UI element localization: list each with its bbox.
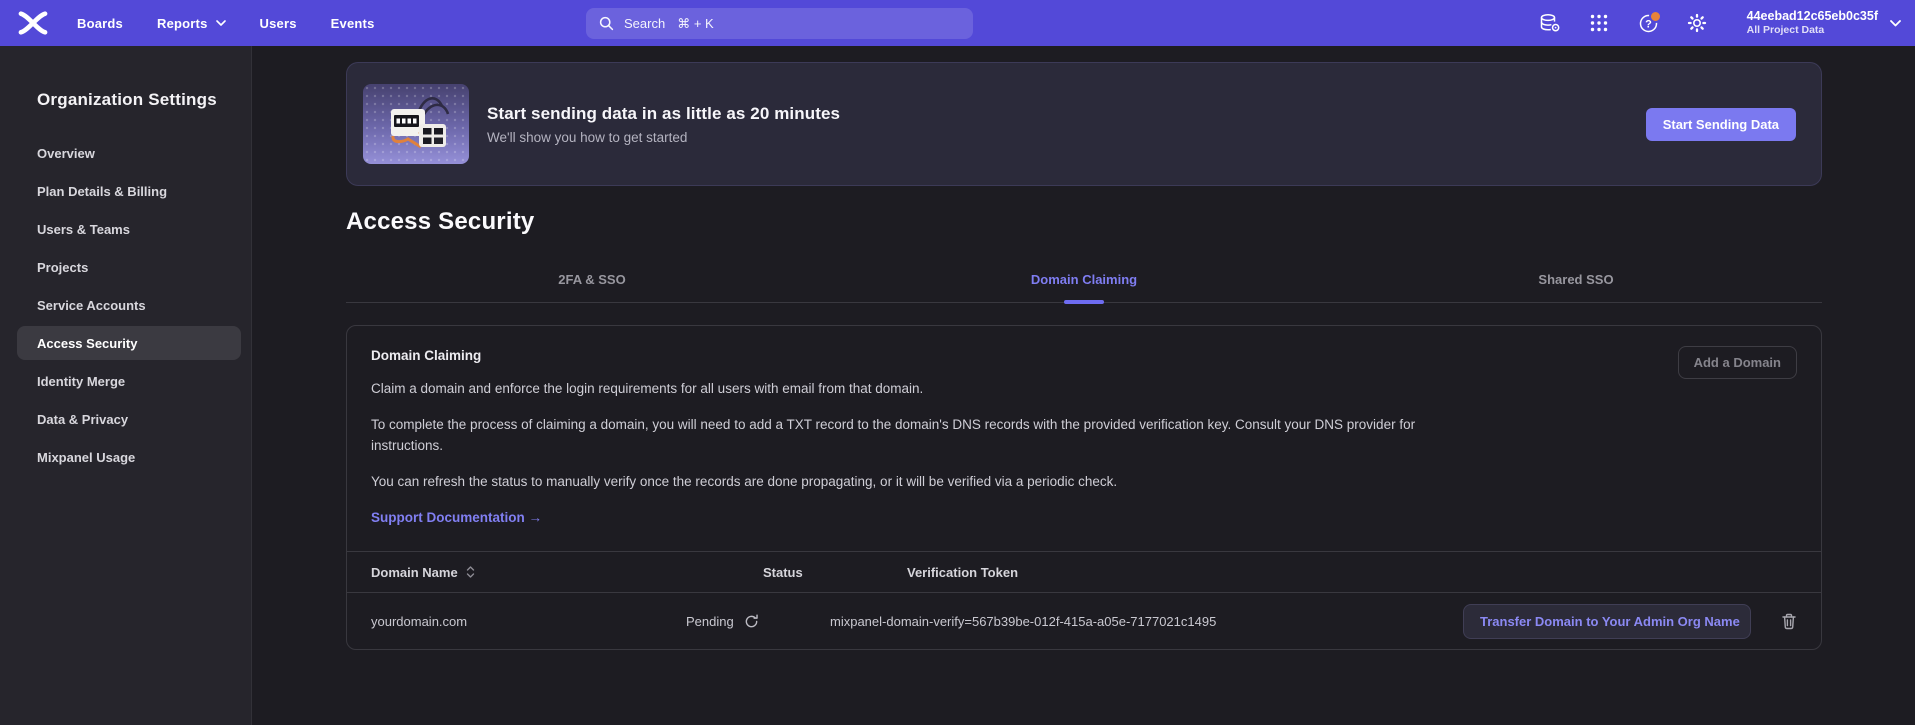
chevron-down-icon: [216, 20, 226, 26]
domain-claiming-panel: Domain Claiming Claim a domain and enfor…: [346, 325, 1822, 650]
column-header-verification-token: Verification Token: [830, 565, 1463, 580]
nav-item-users[interactable]: Users: [243, 0, 314, 46]
page-title: Access Security: [346, 208, 1822, 236]
banner-illustration: [363, 84, 469, 164]
data-management-icon[interactable]: [1526, 0, 1575, 46]
nav-item-label: Reports: [157, 16, 208, 31]
start-sending-data-button[interactable]: Start Sending Data: [1646, 108, 1796, 141]
navbar-actions: ? 44eebad12c65eb0c35f All Project Data: [1526, 0, 1901, 46]
banner-title: Start sending data in as little as 20 mi…: [487, 104, 840, 124]
tab-2fa-sso[interactable]: 2FA & SSO: [346, 262, 838, 302]
nav-item-reports[interactable]: Reports: [140, 0, 243, 46]
table-row: yourdomain.com Pending mixpanel-domain-v…: [347, 593, 1821, 649]
column-label: Domain Name: [371, 565, 458, 580]
status-cell: Pending: [686, 614, 830, 629]
panel-paragraph: To complete the process of claiming a do…: [371, 414, 1436, 456]
mixpanel-logo-icon[interactable]: [16, 0, 60, 46]
sidebar-item-projects[interactable]: Projects: [17, 250, 241, 284]
main-content: Start sending data in as little as 20 mi…: [252, 46, 1915, 725]
access-security-tabs: 2FA & SSO Domain Claiming Shared SSO: [346, 262, 1822, 303]
sidebar-item-identity-merge[interactable]: Identity Merge: [17, 364, 241, 398]
add-domain-button[interactable]: Add a Domain: [1678, 346, 1797, 379]
domain-claiming-description: Domain Claiming Claim a domain and enfor…: [347, 326, 1821, 551]
onboarding-banner: Start sending data in as little as 20 mi…: [346, 62, 1822, 186]
panel-paragraph: Claim a domain and enforce the login req…: [371, 378, 1436, 399]
delete-domain-icon[interactable]: [1781, 613, 1797, 630]
settings-sidebar: Organization Settings Overview Plan Deta…: [0, 46, 252, 725]
apps-grid-icon[interactable]: [1575, 0, 1624, 46]
notification-dot: [1649, 10, 1662, 23]
status-badge: Pending: [686, 614, 734, 629]
sidebar-title: Organization Settings: [17, 90, 241, 110]
nav-item-label: Users: [260, 16, 297, 31]
project-id: 44eebad12c65eb0c35f: [1747, 9, 1878, 24]
chevron-down-icon: [1890, 20, 1901, 27]
panel-paragraph: You can refresh the status to manually v…: [371, 471, 1436, 492]
column-header-status: Status: [686, 565, 830, 580]
search-input[interactable]: Search ⌘ + K: [586, 8, 973, 39]
support-documentation-link[interactable]: Support Documentation →: [371, 510, 542, 525]
verification-token-cell: mixpanel-domain-verify=567b39be-012f-415…: [830, 614, 1463, 629]
project-switcher-labels: 44eebad12c65eb0c35f All Project Data: [1747, 9, 1878, 37]
primary-nav: Boards Reports Users Events: [60, 0, 392, 46]
tab-shared-sso[interactable]: Shared SSO: [1330, 262, 1822, 302]
nav-item-label: Events: [331, 16, 375, 31]
column-label: Verification Token: [907, 565, 1018, 580]
column-header-domain-name[interactable]: Domain Name: [371, 565, 686, 580]
project-switcher[interactable]: 44eebad12c65eb0c35f All Project Data: [1722, 9, 1901, 37]
tab-domain-claiming[interactable]: Domain Claiming: [838, 262, 1330, 302]
tab-label: Shared SSO: [1538, 272, 1613, 287]
settings-gear-icon[interactable]: [1673, 0, 1722, 46]
nav-item-events[interactable]: Events: [314, 0, 392, 46]
sort-icon[interactable]: [466, 565, 475, 579]
sidebar-item-overview[interactable]: Overview: [17, 136, 241, 170]
sidebar-nav: Overview Plan Details & Billing Users & …: [17, 136, 241, 474]
tab-label: 2FA & SSO: [558, 272, 625, 287]
refresh-status-icon[interactable]: [744, 614, 759, 629]
sidebar-item-service-accounts[interactable]: Service Accounts: [17, 288, 241, 322]
panel-title: Domain Claiming: [371, 348, 1797, 363]
banner-subtitle: We'll show you how to get started: [487, 130, 840, 145]
active-tab-underline: [1064, 300, 1104, 304]
project-scope: All Project Data: [1747, 24, 1878, 37]
search-shortcut: ⌘ + K: [677, 16, 714, 32]
top-navbar: Boards Reports Users Events Search ⌘ + K: [0, 0, 1915, 46]
column-label: Status: [763, 565, 803, 580]
help-icon[interactable]: ?: [1624, 0, 1673, 46]
search-icon: [599, 16, 614, 31]
domain-name-cell: yourdomain.com: [371, 614, 686, 629]
sidebar-item-plan-details-billing[interactable]: Plan Details & Billing: [17, 174, 241, 208]
transfer-domain-button[interactable]: Transfer Domain to Your Admin Org Name: [1463, 604, 1751, 639]
sidebar-item-access-security[interactable]: Access Security: [17, 326, 241, 360]
sidebar-item-users-teams[interactable]: Users & Teams: [17, 212, 241, 246]
search-placeholder: Search: [624, 16, 665, 31]
nav-item-label: Boards: [77, 16, 123, 31]
sidebar-item-data-privacy[interactable]: Data & Privacy: [17, 402, 241, 436]
nav-item-boards[interactable]: Boards: [60, 0, 140, 46]
domains-table-header: Domain Name Status Verification Token: [347, 551, 1821, 593]
banner-text: Start sending data in as little as 20 mi…: [487, 104, 840, 145]
sidebar-item-mixpanel-usage[interactable]: Mixpanel Usage: [17, 440, 241, 474]
tab-label: Domain Claiming: [1031, 272, 1137, 287]
